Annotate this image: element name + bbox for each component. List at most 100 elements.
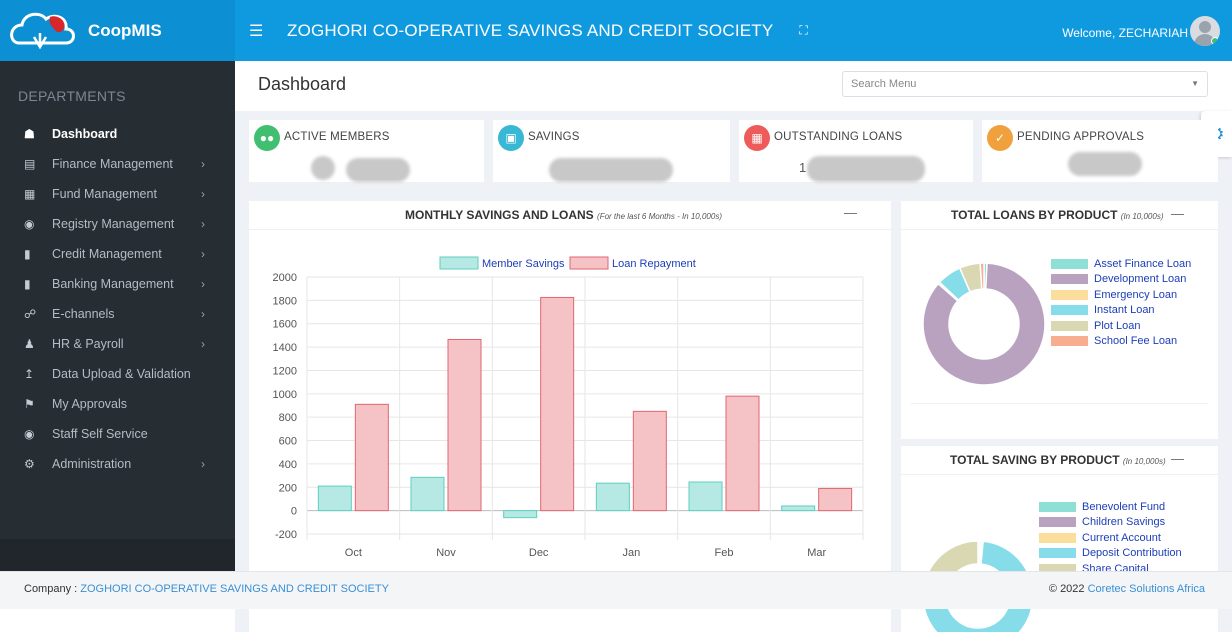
search-menu-placeholder: Search Menu — [851, 78, 917, 90]
footer-copyright: © 2022 Coretec Solutions Africa — [1049, 583, 1205, 595]
y-tick-label: 600 — [279, 436, 297, 448]
y-tick-label: 400 — [279, 459, 297, 471]
stat-card-outstanding-loans[interactable]: ▦ OUTSTANDING LOANS 1 — [739, 120, 973, 182]
sidebar-item-label: Credit Management — [52, 247, 162, 261]
legend-swatch — [1039, 563, 1076, 571]
panel-title: TOTAL LOANS BY PRODUCT (In 10,000s) — [951, 208, 1164, 222]
legend-swatch — [1051, 320, 1088, 331]
sidebar-item-label: Data Upload & Validation — [52, 367, 191, 381]
x-tick-label: Feb — [715, 547, 734, 559]
fullscreen-icon[interactable]: ⛶ — [799, 23, 807, 38]
sidebar-item-finance-management[interactable]: ▤ Finance Management › — [0, 149, 235, 179]
sidebar-item-fund-management[interactable]: ▦ Fund Management › — [0, 179, 235, 209]
stat-label: OUTSTANDING LOANS — [774, 131, 903, 143]
legend-label: Current Account — [1082, 531, 1161, 544]
chevron-right-icon: › — [201, 457, 205, 471]
legend-item[interactable]: Plot Loan — [1051, 318, 1191, 334]
legend-item[interactable]: Children Savings — [1039, 515, 1182, 531]
stat-card-savings[interactable]: ▣ SAVINGS — [493, 120, 730, 182]
y-tick-label: 1600 — [273, 319, 297, 331]
book-icon: ▮ — [24, 277, 31, 291]
redacted-value — [311, 156, 335, 180]
sidebar-item-my-approvals[interactable]: ⚑ My Approvals — [0, 389, 235, 419]
legend-item[interactable]: Instant Loan — [1051, 303, 1191, 319]
saving-legend: Benevolent Fund Children Savings Current A… — [1039, 499, 1182, 571]
sidebar-item-staff-self-service[interactable]: ◉ Staff Self Service — [0, 419, 235, 449]
hamburger-icon[interactable]: ☰ — [249, 21, 269, 41]
bar-loan-repayment — [725, 395, 760, 512]
brand[interactable]: CoopMIS — [0, 0, 235, 61]
bar-member-savings — [317, 485, 352, 512]
sidebar-item-label: Fund Management — [52, 187, 157, 201]
users-icon: ●● — [254, 125, 280, 151]
legend-item[interactable]: Asset Finance Loan — [1051, 256, 1191, 272]
stat-label: PENDING APPROVALS — [1017, 131, 1145, 143]
panel-title: MONTHLY SAVINGS AND LOANS (For the last … — [405, 208, 722, 222]
x-tick-label: Nov — [436, 547, 456, 559]
collapse-icon[interactable]: — — [844, 205, 857, 220]
legend-item[interactable]: Development Loan — [1051, 272, 1191, 288]
sidebar-item-banking-management[interactable]: ▮ Banking Management › — [0, 269, 235, 299]
welcome-text[interactable]: Welcome, ZECHARIAH — [1062, 26, 1188, 40]
legend-label: Instant Loan — [1094, 304, 1155, 317]
legend-item[interactable]: Benevolent Fund — [1039, 499, 1182, 515]
sidebar-item-hr-payroll[interactable]: ♟ HR & Payroll › — [0, 329, 235, 359]
y-tick-label: -200 — [275, 529, 297, 541]
page-title: Dashboard — [258, 74, 347, 94]
user-circle-icon: ◉ — [24, 427, 35, 441]
sidebar-item-label: Registry Management — [52, 217, 175, 231]
stat-card-active-members[interactable]: ●● ACTIVE MEMBERS — [249, 120, 484, 182]
bar-loan-repayment — [447, 338, 482, 512]
stat-card-pending-approvals[interactable]: ✓ PENDING APPROVALS — [982, 120, 1218, 182]
bar-member-savings — [781, 505, 816, 512]
legend-item[interactable]: Emergency Loan — [1051, 287, 1191, 303]
sidebar-item-e-channels[interactable]: ☍ E-channels › — [0, 299, 235, 329]
sidebar-item-label: HR & Payroll — [52, 337, 124, 351]
sidebar-item-label: My Approvals — [52, 397, 128, 411]
legend-label: Asset Finance Loan — [1094, 257, 1192, 270]
legend-item[interactable]: Share Capital — [1039, 561, 1182, 571]
bar-loan-repayment — [818, 487, 853, 512]
sidebar-item-label: Staff Self Service — [52, 427, 148, 441]
bar-member-savings — [688, 481, 723, 512]
bottom-strip — [249, 609, 891, 632]
cloud-logo-icon — [10, 7, 80, 55]
check-icon: ✓ — [987, 125, 1013, 151]
panel-title-text: MONTHLY SAVINGS AND LOANS — [405, 208, 594, 222]
redacted-value — [346, 158, 410, 182]
chevron-right-icon: › — [201, 337, 205, 351]
footer: Company : ZOGHORI CO-OPERATIVE SAVINGS A… — [0, 571, 1232, 609]
footer-company-link[interactable]: ZOGHORI CO-OPERATIVE SAVINGS AND CREDIT … — [80, 583, 389, 595]
brand-name: CoopMIS — [88, 20, 162, 40]
sidebar-item-data-upload[interactable]: ↥ Data Upload & Validation — [0, 359, 235, 389]
sidebar-item-dashboard[interactable]: ☗ Dashboard — [0, 119, 235, 149]
sidebar-item-label: Administration — [52, 457, 132, 471]
y-tick-label: 1200 — [273, 365, 297, 377]
x-tick-label: Mar — [807, 547, 826, 559]
legend-swatch — [1039, 517, 1076, 528]
chevron-right-icon: › — [201, 187, 205, 201]
legend-swatch — [569, 256, 609, 270]
legend-item[interactable]: Current Account — [1039, 530, 1182, 546]
avatar[interactable] — [1190, 16, 1220, 46]
sidebar-item-administration[interactable]: ⚙ Administration › — [0, 449, 235, 479]
sidebar-item-label: Banking Management — [52, 277, 174, 291]
legend-item[interactable]: School Fee Loan — [1051, 334, 1191, 350]
calculator-icon: ▦ — [744, 125, 770, 151]
sidebar-item-credit-management[interactable]: ▮ Credit Management › — [0, 239, 235, 269]
monthly-savings-loans-panel: MONTHLY SAVINGS AND LOANS (For the last … — [249, 201, 891, 571]
x-tick-label: Oct — [345, 547, 362, 559]
x-tick-label: Jan — [622, 547, 640, 559]
collapse-icon[interactable]: — — [1171, 206, 1184, 221]
loans-legend: Asset Finance Loan Development Loan Emerge… — [1051, 256, 1191, 349]
footer-vendor-link[interactable]: Coretec Solutions Africa — [1088, 583, 1205, 595]
legend-item[interactable]: Deposit Contribution — [1039, 546, 1182, 562]
y-tick-label: 1800 — [273, 295, 297, 307]
search-menu-select[interactable]: Search Menu ▼ — [842, 71, 1208, 97]
sidebar-item-registry-management[interactable]: ◉ Registry Management › — [0, 209, 235, 239]
legend-swatch — [1051, 289, 1088, 300]
collapse-icon[interactable]: — — [1171, 451, 1184, 466]
y-tick-label: 1400 — [273, 342, 297, 354]
x-tick-label: Dec — [529, 547, 549, 559]
redacted-value — [1068, 152, 1142, 176]
